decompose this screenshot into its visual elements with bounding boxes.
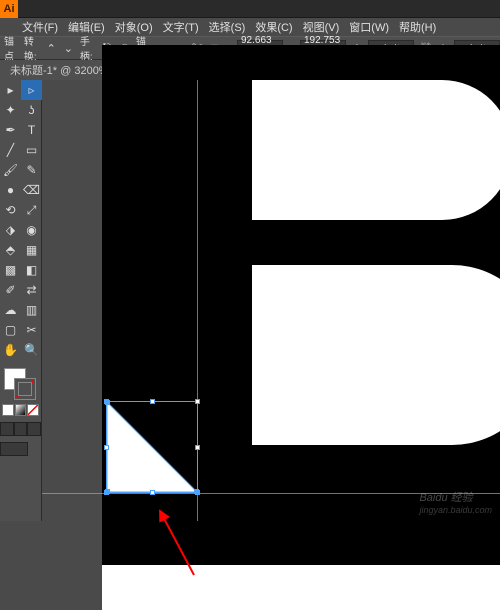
rotate-tool[interactable]: ⟲	[0, 200, 21, 220]
bounding-box[interactable]	[106, 401, 198, 493]
letter-counter-top	[252, 80, 500, 220]
anchor-label: 锚点	[4, 33, 18, 63]
handle-mid-left[interactable]	[104, 445, 109, 450]
lasso-tool[interactable]: ʖ	[21, 100, 42, 120]
color-mode-none[interactable]	[27, 404, 39, 416]
handle-mid-right[interactable]	[195, 445, 200, 450]
handle-top-right[interactable]	[195, 399, 200, 404]
color-mode-row	[0, 402, 41, 418]
eraser-tool[interactable]: ⌫	[21, 180, 42, 200]
draw-behind[interactable]	[14, 422, 28, 436]
draw-mode-buttons	[0, 422, 41, 436]
screen-mode-icon[interactable]	[0, 442, 28, 456]
convert-smooth-icon[interactable]: ⌄	[63, 40, 74, 56]
color-mode-gradient[interactable]	[15, 404, 27, 416]
scale-tool[interactable]: ⤢	[21, 200, 42, 220]
graph-tool[interactable]: ▥	[21, 300, 42, 320]
symbol-tool[interactable]: ☁	[0, 300, 21, 320]
type-tool[interactable]: T	[21, 120, 42, 140]
anchor-point-3[interactable]	[105, 489, 110, 494]
blob-brush-tool[interactable]: ●	[0, 180, 21, 200]
pen-tool[interactable]: ✒	[0, 120, 21, 140]
handle-top-mid[interactable]	[150, 399, 155, 404]
screen-mode-button[interactable]	[0, 442, 41, 456]
mesh-tool[interactable]: ▩	[0, 260, 21, 280]
hand-tool[interactable]: ✋	[0, 340, 21, 360]
pencil-tool[interactable]: ✎	[21, 160, 42, 180]
canvas-area[interactable]	[42, 80, 500, 521]
menu-view[interactable]: 视图(V)	[303, 19, 340, 35]
width-tool[interactable]: ⬗	[0, 220, 21, 240]
tools-panel: ▸ ▹ ✦ ʖ ✒ T ╱ ▭ 🖌 ✎ ● ⌫ ⟲ ⤢ ⬗ ◉ ⬘ ▦ ▩ ◧ …	[0, 80, 42, 521]
eyedropper-tool[interactable]: ✐	[0, 280, 21, 300]
color-mode-solid[interactable]	[2, 404, 14, 416]
gradient-tool[interactable]: ◧	[21, 260, 42, 280]
anchor-point-1[interactable]	[105, 400, 110, 405]
stroke-swatch[interactable]	[14, 378, 36, 400]
anchor-point-2[interactable]	[194, 489, 199, 494]
draw-inside[interactable]	[27, 422, 41, 436]
fill-stroke-swatches[interactable]	[0, 366, 42, 402]
watermark-main: Baidu 经验	[419, 492, 472, 504]
convert-label: 转换:	[24, 33, 40, 63]
line-tool[interactable]: ╱	[0, 140, 21, 160]
zoom-tool[interactable]: 🔍	[21, 340, 42, 360]
letter-counter-bottom	[252, 265, 500, 445]
draw-normal[interactable]	[0, 422, 14, 436]
menu-type[interactable]: 文字(T)	[163, 19, 199, 35]
direct-selection-tool[interactable]: ▹	[21, 80, 42, 100]
blend-tool[interactable]: ⇄	[21, 280, 42, 300]
menu-window[interactable]: 窗口(W)	[349, 19, 389, 35]
app-logo: Ai	[0, 0, 18, 18]
watermark: Baidu 经验 jingyan.baidu.com	[419, 488, 492, 515]
artboard[interactable]	[102, 50, 500, 610]
menu-select[interactable]: 选择(S)	[209, 19, 246, 35]
menu-effect[interactable]: 效果(C)	[255, 19, 292, 35]
titlebar: Ai	[0, 0, 500, 18]
shape-builder-tool[interactable]: ⬘	[0, 240, 21, 260]
magic-wand-tool[interactable]: ✦	[0, 100, 21, 120]
menu-help[interactable]: 帮助(H)	[399, 19, 436, 35]
handle-bot-mid[interactable]	[150, 490, 155, 495]
warp-tool[interactable]: ◉	[21, 220, 42, 240]
watermark-sub: jingyan.baidu.com	[419, 505, 492, 515]
menu-bar: 文件(F) 编辑(E) 对象(O) 文字(T) 选择(S) 效果(C) 视图(V…	[0, 18, 500, 36]
artboard-tool[interactable]: ▢	[0, 320, 21, 340]
handle-label: 手柄:	[80, 33, 96, 63]
slice-tool[interactable]: ✂	[21, 320, 42, 340]
rectangle-tool[interactable]: ▭	[21, 140, 42, 160]
brush-tool[interactable]: 🖌	[0, 160, 21, 180]
selection-tool[interactable]: ▸	[0, 80, 21, 100]
convert-corner-icon[interactable]: ⌃	[46, 40, 57, 56]
perspective-tool[interactable]: ▦	[21, 240, 42, 260]
selected-triangle[interactable]	[107, 402, 197, 492]
